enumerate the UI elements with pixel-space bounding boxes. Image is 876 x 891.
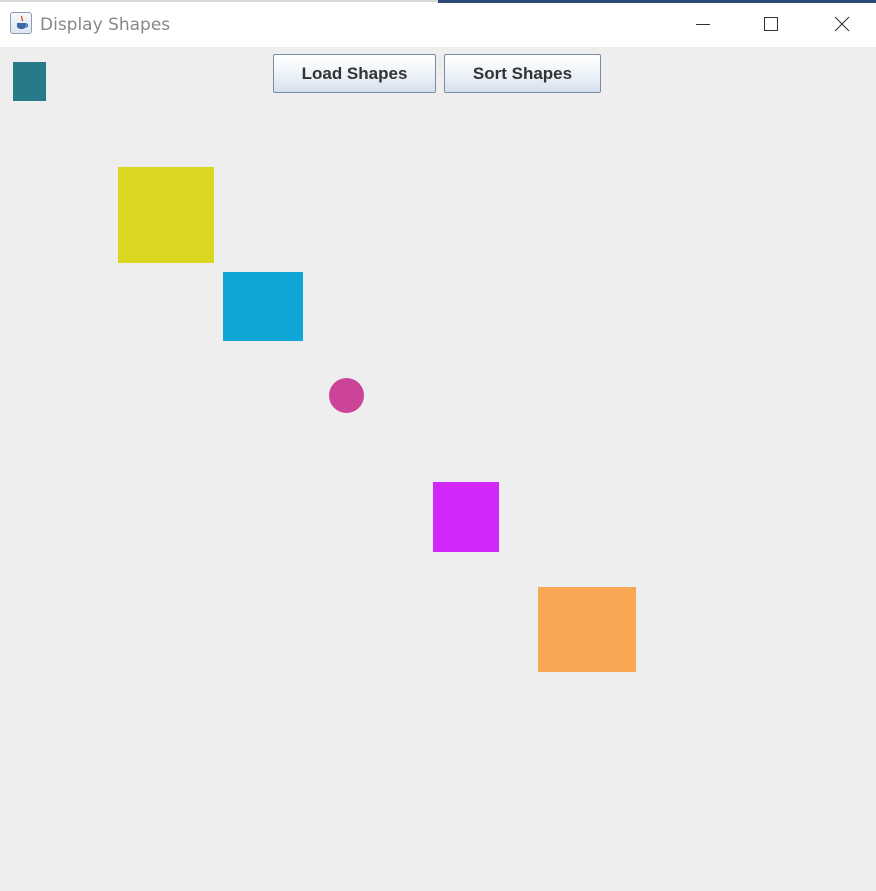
display-shapes-window: Display Shapes Load Shapes Sort Shapes <box>0 3 876 891</box>
load-shapes-button[interactable]: Load Shapes <box>273 54 436 93</box>
maximize-button[interactable] <box>748 3 794 46</box>
yellow-square-shape <box>118 167 214 263</box>
close-button[interactable] <box>819 3 865 46</box>
java-cup-icon[interactable] <box>10 12 32 34</box>
teal-rectangle-shape <box>13 62 46 101</box>
pink-circle-shape <box>329 378 364 413</box>
magenta-rectangle-shape <box>433 482 499 552</box>
shapes-panel: Load Shapes Sort Shapes <box>0 47 876 891</box>
background-window-edge <box>0 0 438 2</box>
close-icon <box>834 16 850 32</box>
orange-rectangle-shape <box>538 587 636 672</box>
sort-shapes-button[interactable]: Sort Shapes <box>444 54 601 93</box>
minimize-button[interactable] <box>680 3 726 46</box>
minimize-icon <box>696 24 710 25</box>
title-bar[interactable]: Display Shapes <box>0 3 876 46</box>
window-title: Display Shapes <box>40 15 171 35</box>
blue-rectangle-shape <box>223 272 303 341</box>
maximize-icon <box>764 17 778 31</box>
